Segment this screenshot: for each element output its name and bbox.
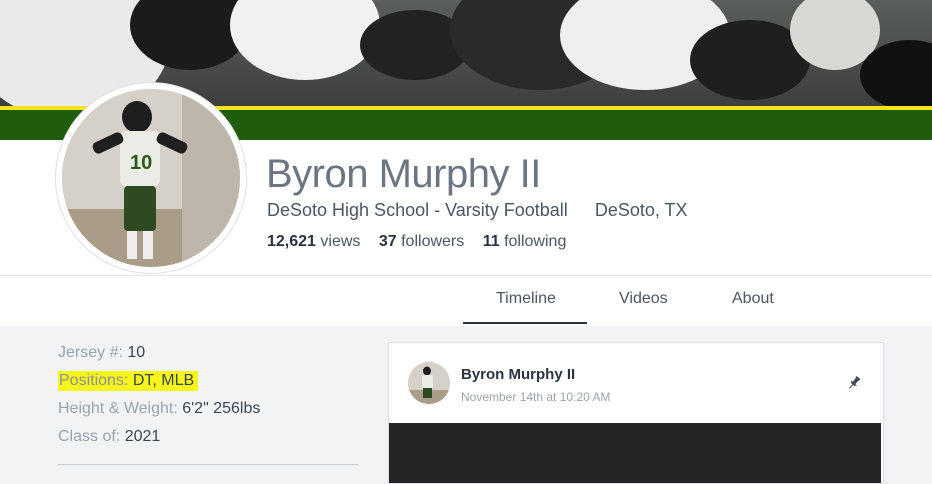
tab-videos[interactable]: Videos (619, 290, 668, 308)
tab-timeline[interactable]: Timeline (496, 290, 556, 308)
pin-icon[interactable] (846, 375, 862, 391)
avatar[interactable]: 10 (62, 89, 240, 267)
info-class-of: Class of: 2021 (58, 428, 161, 445)
stat-following[interactable]: 11 following (483, 233, 567, 250)
stat-followers[interactable]: 37 followers (379, 233, 464, 250)
info-jersey: Jersey #: 10 (58, 344, 146, 361)
post-avatar-photo (408, 362, 450, 404)
post-avatar[interactable] (408, 362, 450, 404)
profile-stats: 12,621 views 37 followers 11 following (267, 233, 580, 251)
avatar-photo: 10 (62, 89, 240, 267)
post-media[interactable] (389, 423, 881, 483)
tab-about[interactable]: About (732, 290, 774, 308)
profile-school[interactable]: DeSoto High School - Varsity Football (267, 200, 568, 220)
stat-views: 12,621 views (267, 233, 361, 250)
profile-location: DeSoto, TX (594, 200, 688, 220)
info-height-weight: Height & Weight: 6'2" 256lbs (58, 400, 261, 417)
info-divider (58, 464, 358, 465)
post-timestamp[interactable]: November 14th at 10:20 AM (461, 390, 610, 404)
active-tab-indicator (463, 322, 587, 324)
post-author[interactable]: Byron Murphy II (461, 366, 575, 383)
profile-tabs (0, 275, 932, 326)
profile-name: Byron Murphy II (266, 152, 541, 196)
info-positions: Positions: DT, MLB (58, 371, 199, 391)
positions-highlight: Positions: DT, MLB (58, 371, 199, 391)
profile-subtitle: DeSoto High School - Varsity Football De… (267, 200, 688, 221)
svg-text:10: 10 (130, 152, 152, 174)
